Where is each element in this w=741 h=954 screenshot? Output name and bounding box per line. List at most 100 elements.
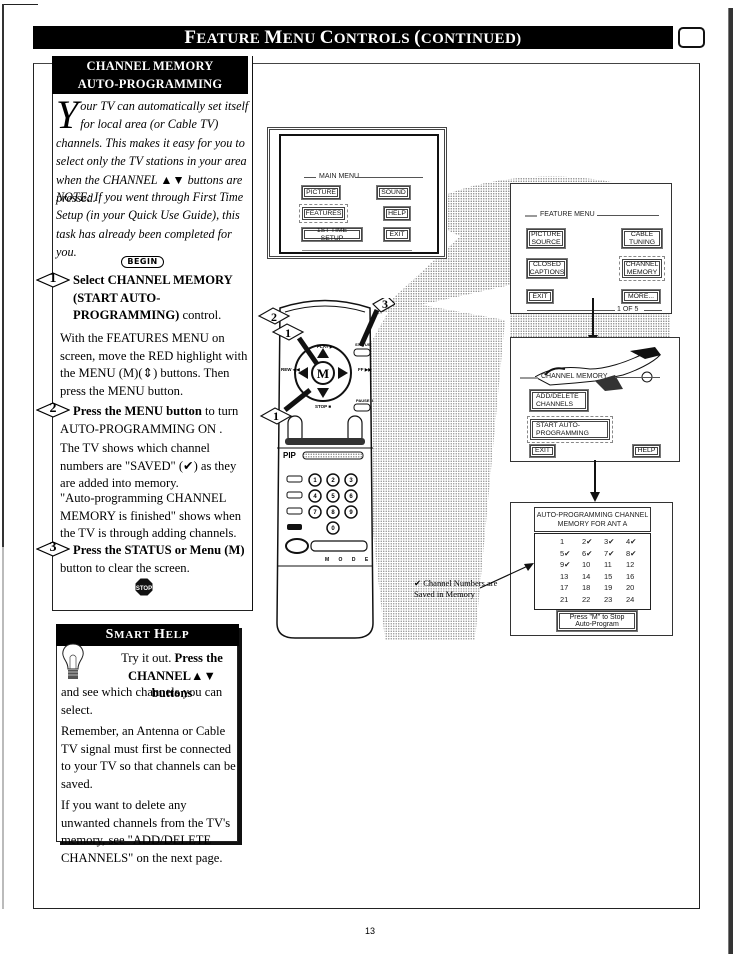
channel-cell: 11	[604, 560, 612, 569]
channel-cell: 1	[560, 537, 565, 546]
heading-line-2: AUTO-PROGRAMMING	[77, 77, 223, 91]
auto-program-title: AUTO-PROGRAMMING CHANNEL MEMORY FOR ANT …	[534, 507, 651, 532]
svg-text:REW ◀◀: REW ◀◀	[281, 367, 300, 372]
channel-grid: 1 2✔ 3✔ 4✔ 5✔ 6✔ 7✔ 8✔ 9✔ 10 11 12 13 14 15 16 17 18 19 20 2…	[560, 537, 650, 607]
step-2-detail-2: "Auto-programming CHANNEL MEMORY is fini…	[60, 491, 241, 540]
crop-mark	[2, 4, 38, 16]
page-title: FEATURE MENU CONTROLS (CONTINUED)	[33, 26, 673, 49]
channel-cell: 5✔	[560, 548, 571, 558]
divider	[302, 250, 412, 251]
stop-auto-program-message: Press "M" to Stop Auto-Program	[556, 610, 638, 632]
channel-cell: 6✔	[582, 548, 593, 558]
swimmer-illustration	[535, 347, 661, 391]
menu-button-sound[interactable]: SOUND	[376, 185, 411, 200]
step-1-marker: 1	[36, 271, 70, 288]
lightbulb-icon	[62, 643, 84, 679]
saved-caption: ✔ Channel Numbers are Saved in Memory	[414, 578, 498, 599]
channel-cell: 21	[560, 594, 569, 604]
svg-text:M: M	[317, 366, 329, 381]
svg-text:2: 2	[271, 310, 277, 324]
menu-button-help[interactable]: HELP	[632, 444, 661, 458]
menu-button-cable-tuning[interactable]: CABLE TUNING	[621, 228, 663, 249]
divider	[304, 177, 316, 178]
page-indicator: 1 OF 5	[617, 306, 639, 313]
channel-cell: 3✔	[604, 537, 615, 546]
channel-cell: 10	[582, 560, 591, 569]
channel-cell: 19	[604, 583, 613, 592]
channel-cell: 16	[626, 571, 635, 581]
divider	[615, 377, 660, 378]
svg-text:PIP: PIP	[283, 451, 297, 460]
channel-cell: 22	[582, 594, 591, 604]
step-3-text: Press the STATUS or Menu (M) button to c…	[60, 543, 245, 575]
menu-button-more[interactable]: MORE...	[621, 289, 661, 304]
feature-menu-title: FEATURE MENU	[540, 211, 595, 218]
svg-text:M O D E: M O D E	[325, 557, 372, 563]
flow-arrow	[594, 460, 596, 495]
menu-button-closed-captions[interactable]: CLOSED CAPTIONS	[526, 258, 568, 279]
arrow-down-icon	[590, 492, 600, 502]
svg-text:1: 1	[273, 409, 279, 423]
stop-icon: STOP	[135, 578, 153, 596]
begin-badge: BEGIN	[121, 256, 164, 268]
step-2-detail-1: The TV shows which channel numbers are "…	[60, 441, 237, 490]
tv-icon	[678, 27, 705, 48]
drop-cap: Y	[56, 92, 79, 137]
channel-memory-title: CHANNEL MEMORY	[541, 373, 608, 380]
heading-line-1: CHANNEL MEMORY	[86, 59, 214, 73]
note-paragraph: NOTE: If you went through First Time Set…	[56, 190, 244, 260]
svg-text:FF ▶▶: FF ▶▶	[358, 367, 373, 372]
svg-text:3: 3	[382, 298, 388, 311]
menu-button-channel-memory[interactable]: CHANNEL MEMORY	[619, 256, 665, 281]
channel-cell: 4✔	[626, 537, 637, 546]
page-number: 13	[364, 926, 375, 936]
divider	[520, 377, 538, 379]
menu-button-exit[interactable]: EXIT	[526, 289, 554, 304]
svg-text:STOP ■: STOP ■	[315, 404, 331, 409]
step-1-text: Select CHANNEL MEMORY (START AUTO-PROGRA…	[73, 273, 233, 322]
page-edge	[728, 8, 733, 954]
step-1-detail: With the FEATURES MENU on screen, move t…	[60, 331, 248, 398]
menu-button-add-delete-channels[interactable]: ADD/DELETE CHANNELS	[529, 389, 589, 412]
menu-button-picture[interactable]: PICTURE	[301, 185, 341, 200]
remote-control: M PLAY ▶ REW ◀◀ FF ▶▶ STOP ■ STATUS PAUS…	[257, 298, 395, 639]
section-heading: CHANNEL MEMORY AUTO-PROGRAMMING	[52, 56, 248, 94]
channel-cell: 18	[582, 583, 591, 592]
channel-cell: 13	[560, 571, 569, 581]
smart-help-para-1: and see which channels you can select.	[61, 685, 223, 717]
smart-help-para-3: If you want to delete any unwanted chann…	[61, 798, 231, 865]
channel-cell: 17	[560, 583, 569, 592]
menu-button-features[interactable]: FEATURES	[299, 204, 348, 223]
main-menu-title: MAIN MENU	[319, 173, 360, 180]
channel-cell: 8✔	[626, 548, 637, 558]
divider	[525, 215, 537, 217]
divider	[355, 177, 423, 178]
channel-cell: 14	[582, 571, 591, 581]
divider	[597, 215, 659, 216]
channel-cell: 15	[604, 571, 613, 581]
svg-text:STOP: STOP	[136, 586, 152, 592]
menu-button-exit[interactable]: EXIT	[529, 444, 556, 458]
menu-button-start-auto-programming[interactable]: START AUTO-PROGRAMMING	[527, 416, 613, 443]
menu-button-help[interactable]: HELP	[383, 206, 411, 221]
channel-cell: 12	[626, 560, 635, 569]
channel-cell: 7✔	[604, 548, 615, 558]
svg-text:PLAY ▶: PLAY ▶	[317, 344, 335, 349]
flow-arrow	[592, 298, 594, 338]
svg-text:1: 1	[285, 326, 291, 340]
step-2-text: Press the MENU button to turn AUTO-PROGR…	[60, 404, 239, 436]
channel-cell: 24	[626, 594, 635, 604]
channel-cell: 20	[626, 583, 635, 592]
left-edge-line	[2, 4, 4, 909]
menu-button-exit[interactable]: EXIT	[383, 227, 411, 242]
channel-cell: 2✔	[582, 537, 593, 546]
svg-text:PAUSE II: PAUSE II	[356, 398, 373, 403]
divider	[527, 310, 615, 311]
channel-cell: 23	[604, 594, 613, 604]
box-shadow	[238, 628, 242, 844]
menu-button-picture-source[interactable]: PICTURE SOURCE	[526, 228, 566, 249]
divider	[644, 310, 662, 311]
channel-cell: 9✔	[560, 560, 571, 569]
smart-help-para-2: Remember, an Antenna or Cable TV signal …	[61, 724, 236, 791]
menu-button-1st-time-setup[interactable]: 1ST TIME SETUP	[301, 227, 363, 242]
